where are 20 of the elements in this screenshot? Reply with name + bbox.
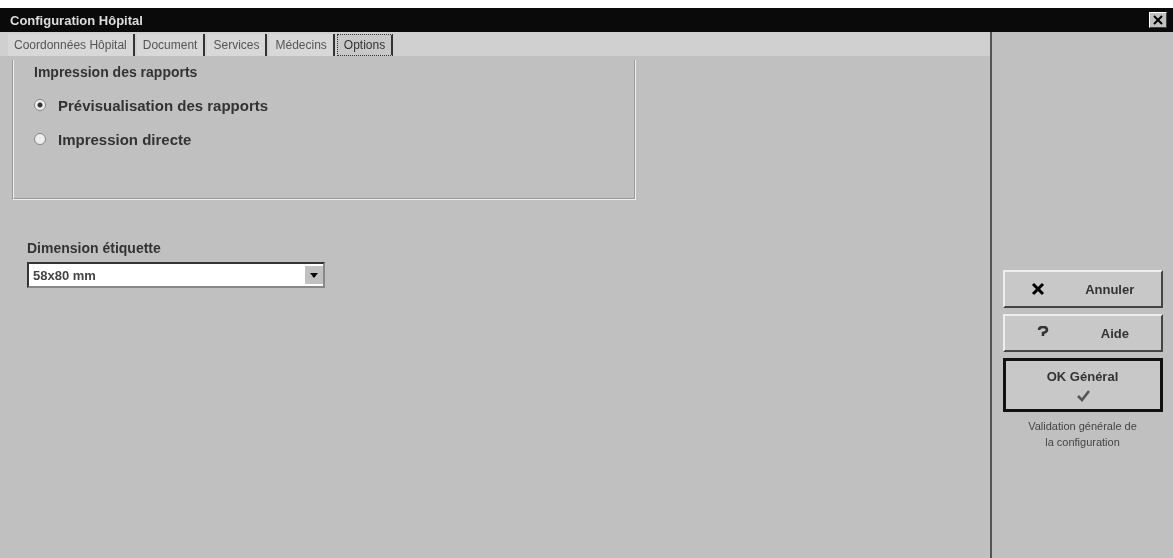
radio-label[interactable]: Prévisualisation des rapports — [58, 96, 269, 114]
help-button[interactable]: Aide — [1002, 314, 1163, 352]
window-title: Configuration Hôpital — [10, 12, 143, 28]
radio-label[interactable]: Impression directe — [58, 130, 192, 148]
cancel-button[interactable]: Annuler — [1002, 270, 1163, 308]
tab[interactable]: Coordonnées Hôpital — [8, 34, 135, 56]
radio-button[interactable] — [34, 133, 46, 145]
hint-text: Validation générale de la configuration — [1027, 419, 1138, 450]
tab[interactable]: Médecins — [269, 34, 335, 56]
cross-icon — [1030, 282, 1045, 296]
close-icon — [1152, 14, 1164, 26]
radio-button[interactable] — [34, 99, 46, 111]
tab[interactable]: Options — [336, 34, 394, 56]
group-title: Impression des rapports — [34, 64, 199, 80]
field-label: Dimension étiquette — [27, 240, 162, 256]
tab[interactable]: Services — [207, 34, 268, 56]
tab[interactable]: Document — [136, 34, 206, 56]
ok-button[interactable]: OK Général — [1002, 358, 1163, 412]
close-button[interactable] — [1149, 12, 1167, 28]
label-size-dropdown[interactable]: 58x80 mm — [27, 262, 325, 288]
